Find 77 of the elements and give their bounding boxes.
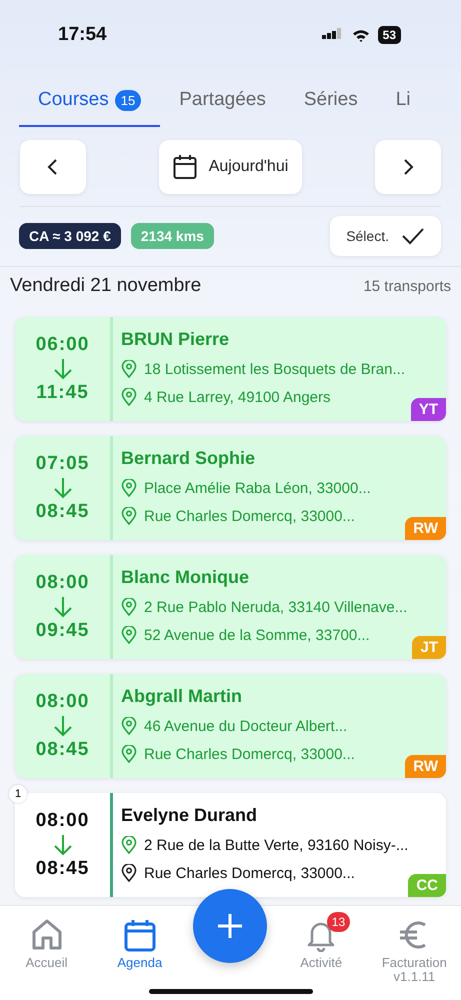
patient-name: Abgrall Martin <box>121 686 244 707</box>
distance-chip: 2134 kms <box>130 223 214 249</box>
start-time: 08:00 <box>36 572 90 594</box>
pickup-address: 18 Lotissement les Bosquets de Bran... <box>144 360 405 378</box>
pin-icon <box>121 360 137 378</box>
crew-tag: RW <box>405 517 446 540</box>
battery-level: 53 <box>378 26 401 44</box>
end-time: 11:45 <box>36 382 89 404</box>
destination-address: Rue Charles Domercq, 33000... <box>144 864 355 882</box>
pin-icon <box>121 479 137 497</box>
ride-card[interactable]: 08:00 09:45 Blanc Monique 2 Rue Pablo Neruda, 33140 Villenave... 52 Avenue de la Somme, 33700... JT <box>15 555 446 659</box>
calendar-icon <box>122 918 157 952</box>
nav-item[interactable]: Facturation v1.1.11 <box>372 911 457 985</box>
order-number: 1 <box>9 785 27 803</box>
pickup-address: 2 Rue Pablo Neruda, 33140 Villenave... <box>144 598 408 616</box>
pin-icon <box>121 864 137 882</box>
tab[interactable]: Li <box>376 86 430 127</box>
select-button[interactable]: Sélect. <box>330 216 441 256</box>
down-arrow-icon <box>52 358 72 380</box>
pin-icon <box>121 626 137 644</box>
end-time: 09:45 <box>36 620 90 642</box>
pickup-address: Place Amélie Raba Léon, 33000... <box>144 480 371 496</box>
pin-icon <box>121 598 137 616</box>
pickup-address: 46 Avenue du Docteur Albert... <box>144 718 348 734</box>
start-time: 07:05 <box>36 453 90 475</box>
revenue-chip: CA ≈ 3 092 € <box>19 223 121 249</box>
ride-card[interactable]: 07:05 08:45 Bernard Sophie Place Amélie Raba Léon, 33000... Rue Charles Domercq, 33000... RW <box>15 436 446 540</box>
tab[interactable]: Courses 15 <box>19 86 160 127</box>
down-arrow-icon <box>52 596 72 618</box>
destination-address: Rue Charles Domercq, 33000... <box>144 508 355 524</box>
down-arrow-icon <box>52 715 72 737</box>
crew-tag: JT <box>412 636 446 659</box>
tab[interactable]: Séries <box>284 86 377 127</box>
calendar-icon <box>172 154 197 180</box>
notification-badge: 13 <box>326 912 350 932</box>
down-arrow-icon <box>52 477 72 499</box>
destination-address: Rue Charles Domercq, 33000... <box>144 746 355 762</box>
crew-tag: YT <box>410 398 446 421</box>
pin-icon <box>121 717 137 735</box>
nav-item[interactable]: 13 Activité <box>278 911 364 970</box>
count-badge: 15 <box>114 90 142 110</box>
pin-icon <box>121 507 137 525</box>
status-time: 17:54 <box>58 24 107 46</box>
end-time: 08:45 <box>36 858 90 880</box>
start-time: 08:00 <box>36 691 90 713</box>
destination-address: 4 Rue Larrey, 49100 Angers <box>144 388 331 406</box>
ride-count: 15 transports <box>363 278 451 294</box>
next-day-button[interactable] <box>375 140 441 194</box>
down-arrow-icon <box>52 834 72 856</box>
start-time: 08:00 <box>36 810 90 832</box>
pin-icon <box>121 388 137 406</box>
pickup-address: 2 Rue de la Butte Verte, 93160 Noisy-... <box>144 836 408 854</box>
wifi-icon <box>352 28 370 42</box>
destination-address: 52 Avenue de la Somme, 33700... <box>144 626 370 644</box>
checkmark-icon <box>401 227 425 245</box>
crew-tag: RW <box>405 755 446 778</box>
plus-icon <box>216 912 244 940</box>
previous-day-button[interactable] <box>20 140 86 194</box>
nav-item[interactable]: Agenda <box>97 911 182 970</box>
patient-name: Blanc Monique <box>121 567 250 588</box>
pin-icon <box>121 836 137 854</box>
patient-name: Evelyne Durand <box>121 805 258 826</box>
ride-card[interactable]: 08:00 08:45 Abgrall Martin 46 Avenue du Docteur Albert... Rue Charles Domercq, 33000... RW <box>15 674 446 778</box>
nav-item[interactable]: Accueil <box>4 911 90 970</box>
end-time: 08:45 <box>36 501 90 523</box>
start-time: 06:00 <box>36 334 90 356</box>
patient-name: BRUN Pierre <box>121 329 230 350</box>
pin-icon <box>121 745 137 763</box>
home-icon <box>30 918 64 952</box>
signal-icon <box>322 28 344 42</box>
ride-card[interactable]: 06:00 11:45 BRUN Pierre 18 Lotissement les Bosquets de Bran... 4 Rue Larrey, 49100 Angers YT <box>15 317 446 421</box>
crew-tag: CC <box>408 874 446 897</box>
day-title: Vendredi 21 novembre <box>10 275 202 297</box>
tab[interactable]: Partagées <box>160 86 285 127</box>
end-time: 08:45 <box>36 739 90 761</box>
patient-name: Bernard Sophie <box>121 448 256 469</box>
today-button[interactable]: Aujourd'hui <box>158 140 302 194</box>
